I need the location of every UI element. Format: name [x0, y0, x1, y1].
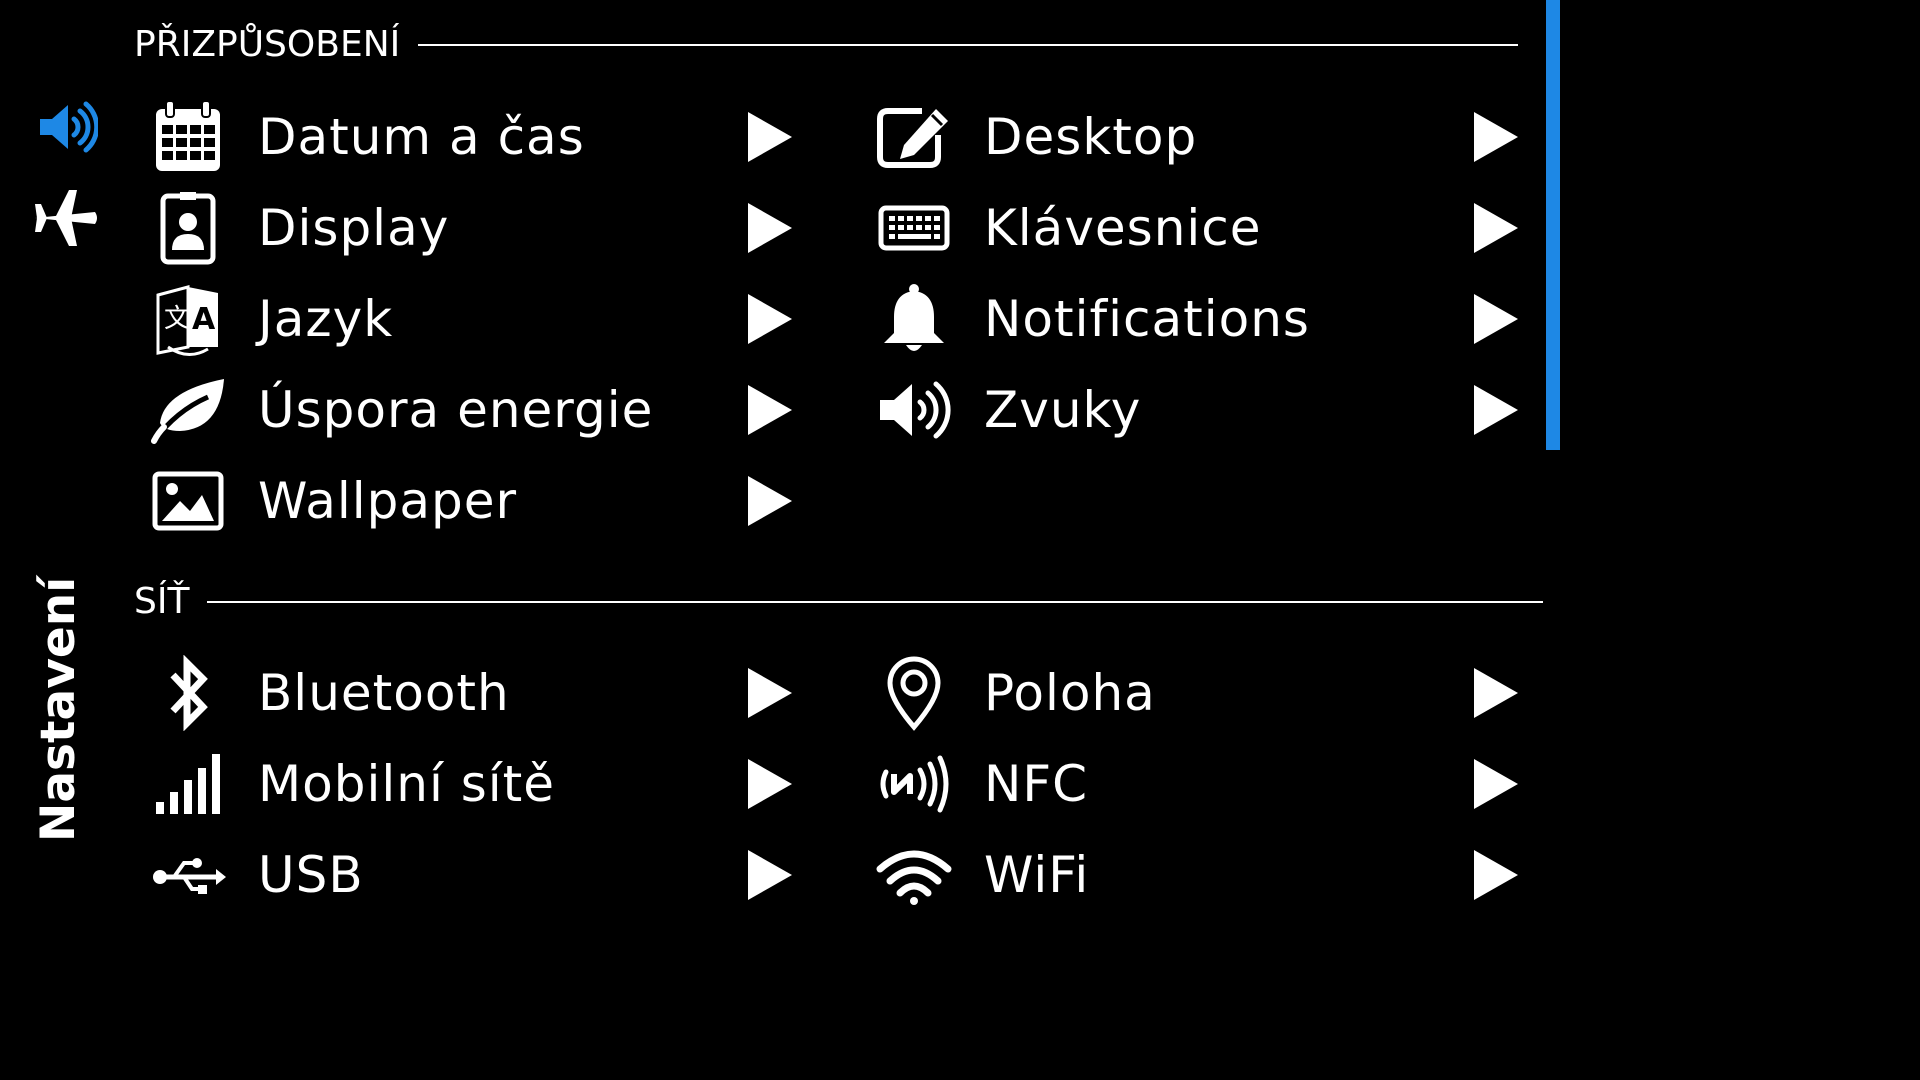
settings-item-label: Mobilní sítě [258, 755, 556, 813]
usb-icon [148, 835, 228, 915]
nfc-icon [874, 744, 954, 824]
settings-item-label: Úspora energie [258, 381, 654, 439]
bluetooth-icon [148, 653, 228, 733]
chevron-right-icon[interactable] [1472, 648, 1522, 738]
chevron-right-icon[interactable] [746, 365, 796, 455]
settings-item-label: Poloha [984, 664, 1156, 722]
settings-item-label: Desktop [984, 108, 1198, 166]
settings-item-desktop[interactable]: Desktop [874, 92, 1197, 182]
chevron-right-icon[interactable] [746, 830, 796, 920]
chevron-right-icon[interactable] [746, 648, 796, 738]
settings-item-label: Notifications [984, 290, 1310, 348]
settings-item-label: WiFi [984, 846, 1090, 904]
settings-item-label: Bluetooth [258, 664, 510, 722]
settings-item-label: USB [258, 846, 364, 904]
chevron-right-icon[interactable] [1472, 830, 1522, 920]
page-title: Nastavení [31, 576, 86, 842]
chevron-right-icon[interactable] [1472, 183, 1522, 273]
section-header-network: SÍŤ [134, 581, 1544, 622]
location-icon [874, 653, 954, 733]
settings-item-label: Display [258, 199, 450, 257]
chevron-right-icon[interactable] [1472, 274, 1522, 364]
chevron-right-icon[interactable] [746, 183, 796, 273]
section-title: PŘIZPŮSOBENÍ [134, 24, 401, 65]
settings-item-label: Klávesnice [984, 199, 1262, 257]
image-icon [148, 461, 228, 541]
leaf-icon [148, 370, 228, 450]
svg-text:A: A [192, 302, 216, 337]
settings-item-usb[interactable]: USB [148, 830, 364, 920]
display-icon [148, 188, 228, 268]
settings-item-bluetooth[interactable]: Bluetooth [148, 648, 510, 738]
settings-item-keyboard[interactable]: Klávesnice [874, 183, 1262, 273]
settings-item-display[interactable]: Display [148, 183, 449, 273]
settings-item-wifi[interactable]: WiFi [874, 830, 1089, 920]
settings-item-notifications[interactable]: Notifications [874, 274, 1310, 364]
settings-item-wallpaper[interactable]: Wallpaper [148, 456, 517, 546]
chevron-right-icon[interactable] [1472, 92, 1522, 182]
airplane-icon[interactable] [30, 188, 102, 248]
chevron-right-icon[interactable] [746, 456, 796, 546]
scrollbar[interactable] [1546, 0, 1560, 450]
settings-item-nfc[interactable]: NFC [874, 739, 1088, 829]
chevron-right-icon[interactable] [1472, 739, 1522, 829]
section-header-personalization: PŘIZPŮSOBENÍ [134, 24, 1519, 65]
settings-item-language[interactable]: 文 A Jazyk [148, 274, 393, 364]
settings-item-sounds[interactable]: Zvuky [874, 365, 1141, 455]
wifi-icon [874, 835, 954, 915]
speaker-icon [874, 370, 954, 450]
settings-item-mobile-networks[interactable]: Mobilní sítě [148, 739, 555, 829]
settings-item-location[interactable]: Poloha [874, 648, 1156, 738]
chevron-right-icon[interactable] [746, 739, 796, 829]
settings-item-label: NFC [984, 755, 1089, 813]
settings-item-label: Jazyk [258, 290, 394, 348]
settings-item-power-saving[interactable]: Úspora energie [148, 365, 653, 455]
section-title: SÍŤ [134, 581, 190, 622]
language-icon: 文 A [148, 279, 228, 359]
divider [207, 600, 1544, 603]
settings-item-label: Wallpaper [258, 472, 518, 530]
chevron-right-icon[interactable] [746, 274, 796, 364]
svg-text:文: 文 [164, 304, 190, 334]
settings-item-date-time[interactable]: Datum a čas [148, 92, 585, 182]
bell-icon [874, 279, 954, 359]
settings-item-label: Datum a čas [258, 108, 585, 166]
volume-icon[interactable] [30, 97, 102, 157]
settings-item-label: Zvuky [984, 381, 1142, 439]
keyboard-icon [874, 188, 954, 268]
sidebar: Nastavení [0, 0, 130, 882]
edit-icon [874, 97, 954, 177]
signal-icon [148, 744, 228, 824]
calendar-icon [148, 97, 228, 177]
chevron-right-icon[interactable] [1472, 365, 1522, 455]
chevron-right-icon[interactable] [746, 92, 796, 182]
divider [418, 43, 1519, 46]
